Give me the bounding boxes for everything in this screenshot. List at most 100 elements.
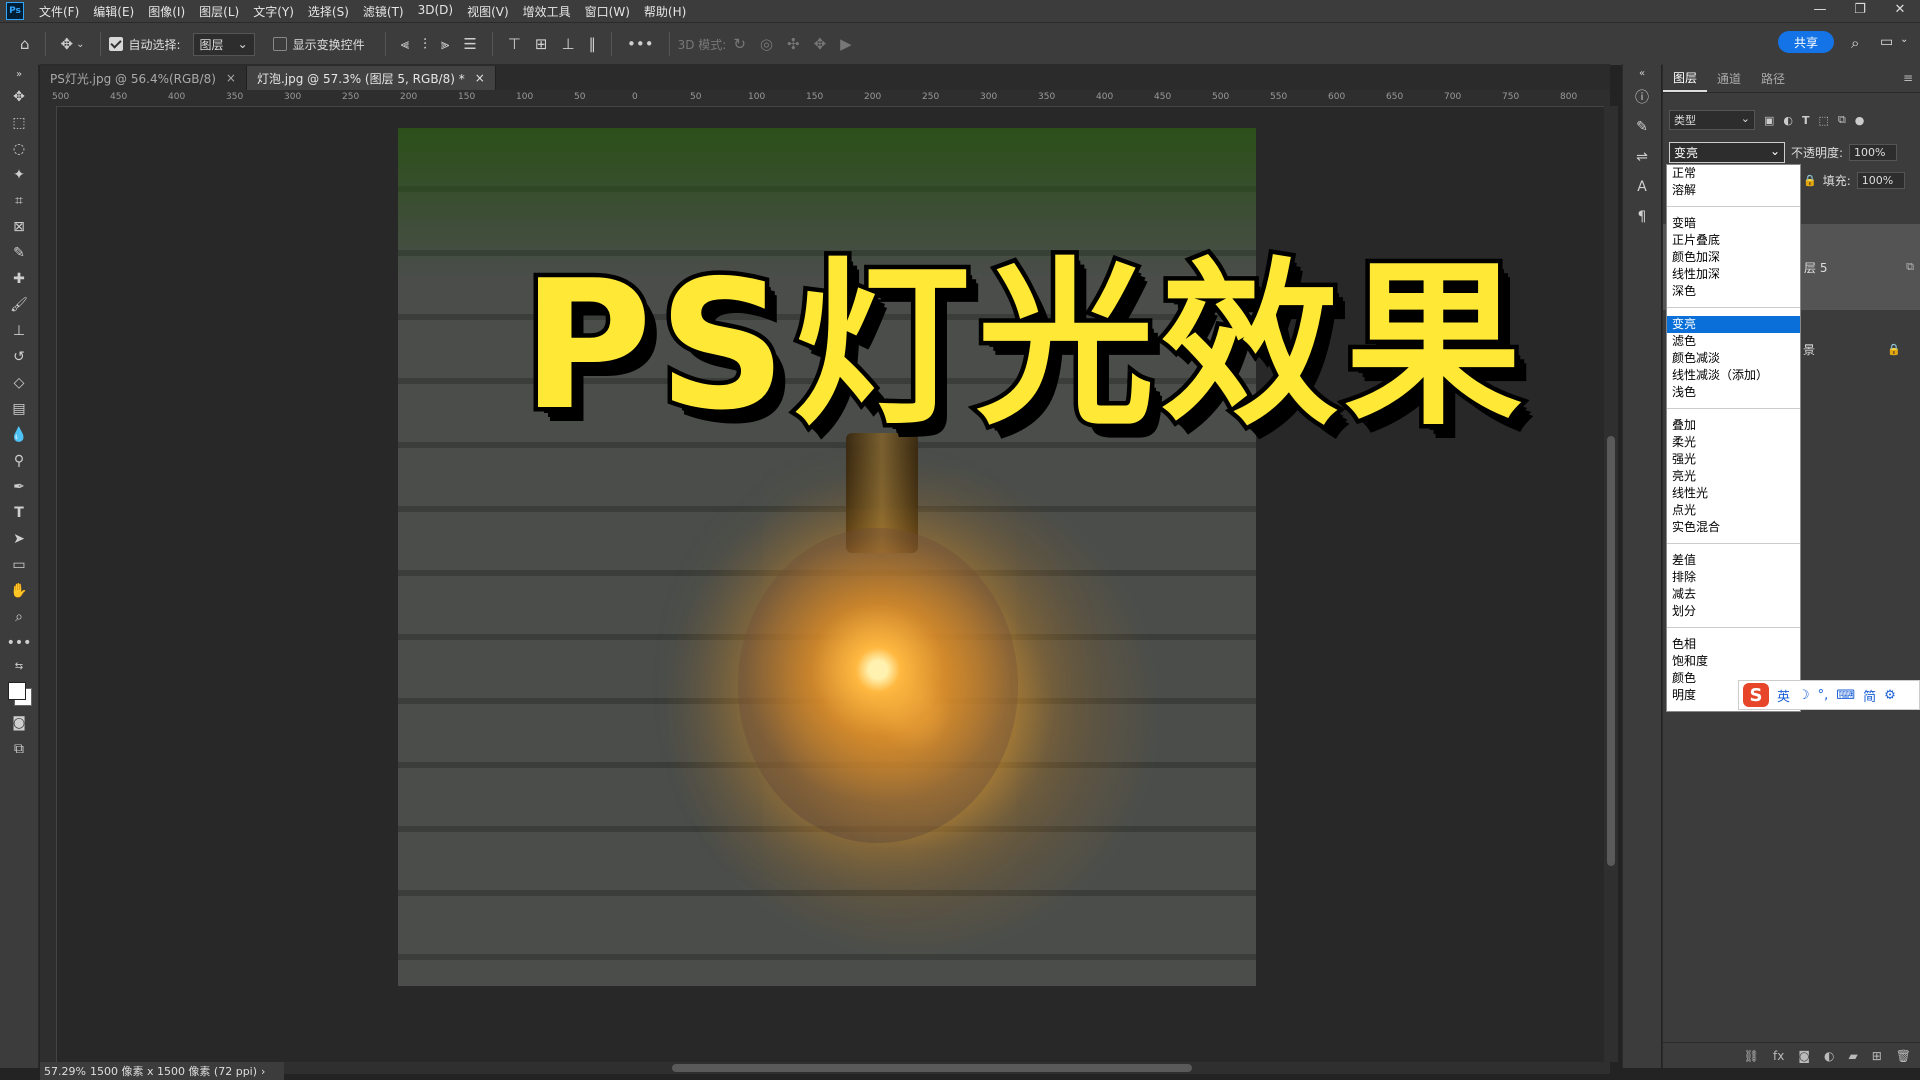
layer-style-icon[interactable]: fx [1773, 1049, 1784, 1063]
tab-layers[interactable]: 图层 [1663, 64, 1708, 92]
crop-tool-icon[interactable]: ⌗ [0, 188, 38, 214]
rectangle-tool-icon[interactable]: ▭ [0, 552, 38, 578]
menu-item-10[interactable]: 窗口(W) [578, 3, 637, 20]
add-mask-icon[interactable]: ◙ [1798, 1049, 1810, 1063]
menu-item-0[interactable]: 文件(F) [32, 3, 86, 20]
blend-mode-option[interactable]: 实色混合 [1667, 519, 1800, 536]
tab-ps-light[interactable]: PS灯光.jpg @ 56.4%(RGB/8) × [40, 66, 247, 90]
filter-type-icon[interactable]: T [1802, 114, 1810, 127]
blend-mode-option[interactable]: 排除 [1667, 569, 1800, 586]
trash-icon[interactable]: 🗑 [1896, 1049, 1911, 1063]
more-options-icon[interactable]: ••• [627, 35, 654, 53]
filter-pixel-icon[interactable]: ▣ [1764, 114, 1774, 127]
filter-smart-object-icon[interactable]: ⧉ [1838, 113, 1846, 127]
healing-brush-tool-icon[interactable]: ✚ [0, 266, 38, 292]
blend-mode-option[interactable]: 滤色 [1667, 333, 1800, 350]
sogou-logo-icon[interactable]: S [1743, 683, 1769, 707]
ime-settings-icon[interactable]: ⚙ [1884, 688, 1896, 703]
align-vcenter-icon[interactable]: ⊞ [535, 35, 548, 53]
collapse-icon[interactable]: « [1623, 64, 1661, 82]
blend-mode-option[interactable]: 减去 [1667, 586, 1800, 603]
chevron-down-icon[interactable]: ⌄ [76, 39, 84, 50]
menu-item-7[interactable]: 3D(D) [411, 3, 460, 20]
panel-menu-icon[interactable]: ≡ [1903, 71, 1913, 85]
dodge-tool-icon[interactable]: ⚲ [0, 448, 38, 474]
group-icon[interactable]: ▰ [1848, 1049, 1857, 1063]
align-hcenter-icon[interactable]: ⫶ [423, 35, 427, 53]
blend-mode-option[interactable]: 线性加深 [1667, 266, 1800, 283]
tab-paths[interactable]: 路径 [1751, 70, 1795, 87]
fill-input[interactable]: 100% [1856, 172, 1905, 189]
frame-tool-icon[interactable]: ⊠ [0, 214, 38, 240]
blend-mode-option[interactable]: 差值 [1667, 552, 1800, 569]
blend-mode-option[interactable]: 变亮 [1667, 316, 1800, 333]
menu-item-8[interactable]: 视图(V) [460, 3, 516, 20]
history-brush-tool-icon[interactable]: ↺ [0, 344, 38, 370]
tab-bulb[interactable]: 灯泡.jpg @ 57.3% (图层 5, RGB/8) * × [246, 66, 496, 90]
blend-mode-option[interactable]: 溶解 [1667, 182, 1800, 199]
collapse-icon[interactable]: » [0, 64, 38, 84]
blend-mode-option[interactable]: 叠加 [1667, 417, 1800, 434]
blend-mode-option[interactable]: 线性光 [1667, 485, 1800, 502]
quick-mask-icon[interactable]: ◙ [0, 710, 38, 736]
restore-icon[interactable]: ❐ [1840, 0, 1880, 22]
auto-select-target-select[interactable]: 图层 ⌄ [192, 32, 255, 56]
brush-tool-icon[interactable]: 🖌 [0, 292, 38, 318]
lock-icon[interactable]: 🔒 [1803, 174, 1817, 187]
close-tab-icon[interactable]: × [475, 71, 485, 85]
scroll-thumb[interactable] [1607, 436, 1615, 866]
align-left-icon[interactable]: ⫷ [401, 35, 409, 53]
close-icon[interactable]: ✕ [1880, 0, 1920, 22]
vertical-scrollbar[interactable] [1604, 106, 1618, 1062]
magic-wand-tool-icon[interactable]: ✦ [0, 162, 38, 188]
blend-mode-option[interactable]: 线性减淡（添加） [1667, 367, 1800, 384]
adjustment-layer-icon[interactable]: ◐ [1824, 1049, 1834, 1063]
pen-tool-icon[interactable]: ✒ [0, 474, 38, 500]
ime-halfwidth-icon[interactable]: ☽ [1798, 688, 1810, 703]
type-tool-icon[interactable]: T [0, 500, 38, 526]
opacity-input[interactable]: 100% [1849, 143, 1898, 161]
align-top-icon[interactable]: ⊤ [508, 35, 521, 53]
eraser-tool-icon[interactable]: ◇ [0, 370, 38, 396]
menu-item-5[interactable]: 选择(S) [301, 3, 356, 20]
blend-mode-option[interactable]: 变暗 [1667, 215, 1800, 232]
horizontal-scrollbar[interactable] [280, 1062, 1610, 1074]
distribute-horizontal-icon[interactable]: ∥ [589, 35, 597, 53]
workspace-icon[interactable]: ▭ [1880, 34, 1893, 50]
blend-mode-option[interactable]: 深色 [1667, 283, 1800, 300]
blend-mode-option[interactable]: 饱和度 [1667, 653, 1800, 670]
zoom-level[interactable]: 57.29% [44, 1065, 86, 1078]
ime-simplified-toggle[interactable]: 简 [1863, 686, 1876, 705]
blend-mode-option[interactable]: 色相 [1667, 636, 1800, 653]
stamp-tool-icon[interactable]: ⊥ [0, 318, 38, 344]
blend-mode-option[interactable]: 浅色 [1667, 384, 1800, 401]
blend-mode-option[interactable]: 点光 [1667, 502, 1800, 519]
align-bottom-icon[interactable]: ⊥ [561, 35, 574, 53]
menu-item-9[interactable]: 增效工具 [516, 3, 578, 20]
menu-item-4[interactable]: 文字(Y) [246, 3, 301, 20]
menu-item-6[interactable]: 滤镜(T) [356, 3, 411, 20]
blend-mode-select[interactable]: 变亮 ⌄ [1669, 141, 1785, 163]
ime-punctuation-icon[interactable]: °, [1818, 688, 1829, 703]
blend-mode-option[interactable]: 正片叠底 [1667, 232, 1800, 249]
blend-mode-option[interactable]: 柔光 [1667, 434, 1800, 451]
show-transform-checkbox[interactable] [272, 37, 287, 51]
share-button[interactable]: 共享 [1778, 31, 1834, 53]
brush-settings-icon[interactable]: ✎ [1623, 112, 1661, 142]
distribute-vertical-icon[interactable]: ☰ [463, 35, 476, 53]
scroll-thumb[interactable] [672, 1064, 1192, 1072]
zoom-tool-icon[interactable]: ⌕ [0, 604, 38, 630]
auto-select-checkbox[interactable] [108, 37, 123, 51]
blend-mode-option[interactable]: 划分 [1667, 603, 1800, 620]
menu-item-1[interactable]: 编辑(E) [86, 3, 141, 20]
menu-item-2[interactable]: 图像(I) [141, 3, 192, 20]
path-select-tool-icon[interactable]: ➤ [0, 526, 38, 552]
ime-keyboard-icon[interactable]: ⌨ [1836, 688, 1855, 703]
menu-item-3[interactable]: 图层(L) [192, 3, 246, 20]
filter-adjustment-icon[interactable]: ◐ [1783, 114, 1793, 127]
blend-mode-option[interactable]: 颜色减淡 [1667, 350, 1800, 367]
search-icon[interactable]: ⌕ [1851, 34, 1859, 52]
lasso-tool-icon[interactable]: ◌ [0, 136, 38, 162]
tab-channels[interactable]: 通道 [1707, 70, 1751, 87]
align-right-icon[interactable]: ⫸ [441, 35, 449, 53]
